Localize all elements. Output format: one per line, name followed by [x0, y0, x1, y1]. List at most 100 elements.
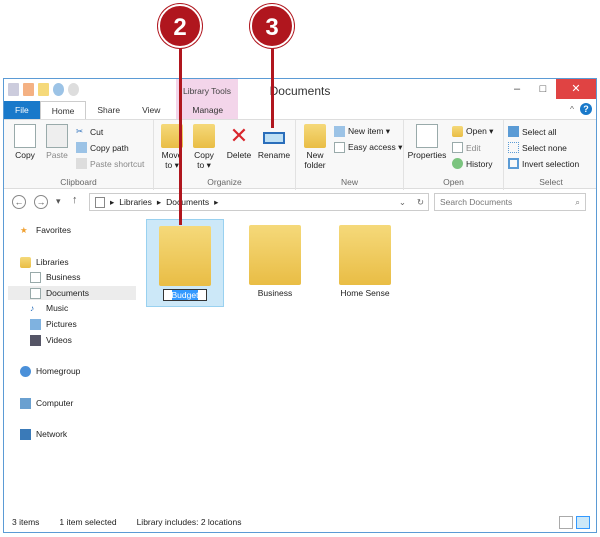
selection-count: 1 item selected: [59, 517, 117, 527]
select-group: Select all Select none Invert selection …: [504, 120, 598, 190]
new-group-label: New: [340, 177, 358, 187]
minimize-button[interactable]: –: [504, 79, 530, 99]
copy-button[interactable]: Copy: [10, 124, 40, 160]
new-folder-button[interactable]: New folder: [300, 124, 330, 170]
details-view-button[interactable]: [559, 516, 573, 529]
clipboard-group-label: Clipboard: [60, 177, 97, 187]
paste-shortcut-icon: [76, 158, 87, 169]
paste-shortcut-button[interactable]: Paste shortcut: [76, 158, 144, 169]
sidebar-item-documents[interactable]: Documents: [8, 286, 136, 300]
separator-icon: ▸: [110, 196, 115, 207]
delete-button[interactable]: ✕ Delete: [224, 123, 254, 161]
new-folder-label: New folder: [304, 150, 326, 170]
star-icon: ★: [20, 224, 28, 235]
title-bar: Library Tools Documents – □ ✕: [4, 79, 596, 119]
copy-path-button[interactable]: Copy path: [76, 142, 129, 153]
computer-label: Computer: [36, 398, 74, 408]
libraries-label: Libraries: [36, 257, 69, 267]
new-item-button[interactable]: New item ▾: [334, 126, 390, 137]
rename-button[interactable]: Rename: [256, 124, 292, 160]
new-folder-icon[interactable]: [38, 83, 49, 96]
open-label: Open ▾: [466, 126, 494, 136]
organize-group-label: Organize: [207, 177, 242, 187]
sidebar-item-favorites[interactable]: ★ Favorites: [20, 223, 148, 237]
separator-icon: ▸: [214, 196, 219, 207]
tab-file[interactable]: File: [4, 101, 40, 119]
folder-icon: [249, 225, 301, 285]
sidebar-item-computer[interactable]: Computer: [20, 396, 148, 410]
file-item-business[interactable]: Business: [236, 219, 314, 307]
edit-button[interactable]: Edit: [452, 142, 481, 153]
history-button[interactable]: History: [452, 158, 492, 169]
sidebar-item-network[interactable]: Network: [20, 427, 148, 441]
paste-button[interactable]: Paste: [42, 124, 72, 160]
scissors-icon: ✂: [76, 126, 84, 136]
collapse-ribbon-icon[interactable]: ^: [570, 104, 574, 114]
tab-view[interactable]: View: [131, 101, 171, 119]
homegroup-icon: [20, 365, 31, 377]
tab-manage[interactable]: Manage: [181, 101, 234, 119]
back-button[interactable]: ←: [12, 195, 26, 209]
sidebar-item-videos[interactable]: Videos: [30, 333, 158, 347]
invert-selection-button[interactable]: Invert selection: [508, 158, 579, 169]
address-dropdown-icon[interactable]: ⌄: [399, 197, 406, 208]
copy-to-button[interactable]: Copy to ▾: [190, 124, 218, 170]
select-all-button[interactable]: Select all: [508, 126, 557, 137]
app-icon[interactable]: [8, 83, 19, 96]
tab-home[interactable]: Home: [39, 101, 87, 119]
breadcrumb-libraries[interactable]: Libraries: [119, 197, 152, 207]
cut-label: Cut: [90, 126, 104, 137]
edit-label: Edit: [466, 142, 481, 153]
sidebar-item-libraries[interactable]: Libraries: [20, 255, 148, 269]
select-none-label: Select none: [522, 142, 567, 153]
history-label: History: [466, 158, 493, 169]
redo-icon[interactable]: [68, 83, 79, 96]
delete-x-icon: ✕: [229, 123, 249, 148]
sidebar-item-music[interactable]: ♪ Music: [30, 301, 158, 315]
callout-2-line: [179, 40, 182, 225]
pictures-icon: [30, 318, 41, 330]
documents-label: Documents: [46, 288, 89, 298]
rename-input[interactable]: Budget: [162, 289, 208, 301]
copy-icon: [14, 124, 36, 148]
properties-label: Properties: [407, 150, 447, 160]
open-group-label: Open: [443, 177, 464, 187]
properties-button[interactable]: Properties: [406, 124, 448, 160]
file-item-home-sense[interactable]: Home Sense: [326, 219, 404, 307]
sidebar-item-pictures[interactable]: Pictures: [30, 317, 158, 331]
documents-icon: [30, 287, 41, 299]
properties-icon[interactable]: [23, 83, 34, 96]
separator-icon: ▸: [156, 196, 162, 207]
favorites-label: Favorites: [36, 225, 71, 235]
undo-icon[interactable]: [53, 83, 64, 96]
open-button[interactable]: Open ▾: [452, 126, 493, 137]
maximize-button[interactable]: □: [530, 79, 556, 99]
select-group-label: Select: [539, 177, 563, 187]
recent-locations-icon[interactable]: ▾: [56, 196, 61, 207]
ribbon: Copy Paste ✂ Cut Copy path Paste shortcut…: [4, 119, 598, 190]
cut-button[interactable]: ✂ Cut: [76, 126, 103, 137]
computer-icon: [20, 397, 31, 409]
file-item-budget[interactable]: Budget: [146, 219, 224, 307]
forward-button[interactable]: →: [34, 195, 48, 209]
breadcrumb-documents[interactable]: Documents: [166, 197, 209, 207]
sidebar-item-business[interactable]: Business: [30, 270, 158, 284]
select-none-icon: [508, 142, 519, 153]
help-icon[interactable]: ?: [580, 103, 592, 115]
new-group: New folder New item ▾ Easy access ▾ New: [296, 120, 404, 190]
new-item-icon: [334, 126, 345, 137]
close-button[interactable]: ✕: [556, 79, 596, 99]
sidebar-item-homegroup[interactable]: Homegroup: [20, 364, 148, 378]
callout-3: 3: [250, 4, 294, 48]
easy-access-button[interactable]: Easy access ▾: [334, 142, 402, 153]
search-input[interactable]: Search Documents ⌕: [434, 193, 586, 211]
refresh-icon[interactable]: ↻: [417, 197, 424, 208]
address-bar[interactable]: ▸ Libraries ▸ Documents ▸ ⌄ ↻: [89, 193, 429, 211]
large-icons-view-button[interactable]: [576, 516, 590, 529]
select-all-label: Select all: [522, 126, 557, 137]
tab-share[interactable]: Share: [86, 101, 131, 119]
select-none-button[interactable]: Select none: [508, 142, 567, 153]
easy-access-icon: [334, 142, 345, 153]
rename-label: Rename: [257, 150, 291, 160]
up-button[interactable]: ↑: [72, 194, 78, 206]
